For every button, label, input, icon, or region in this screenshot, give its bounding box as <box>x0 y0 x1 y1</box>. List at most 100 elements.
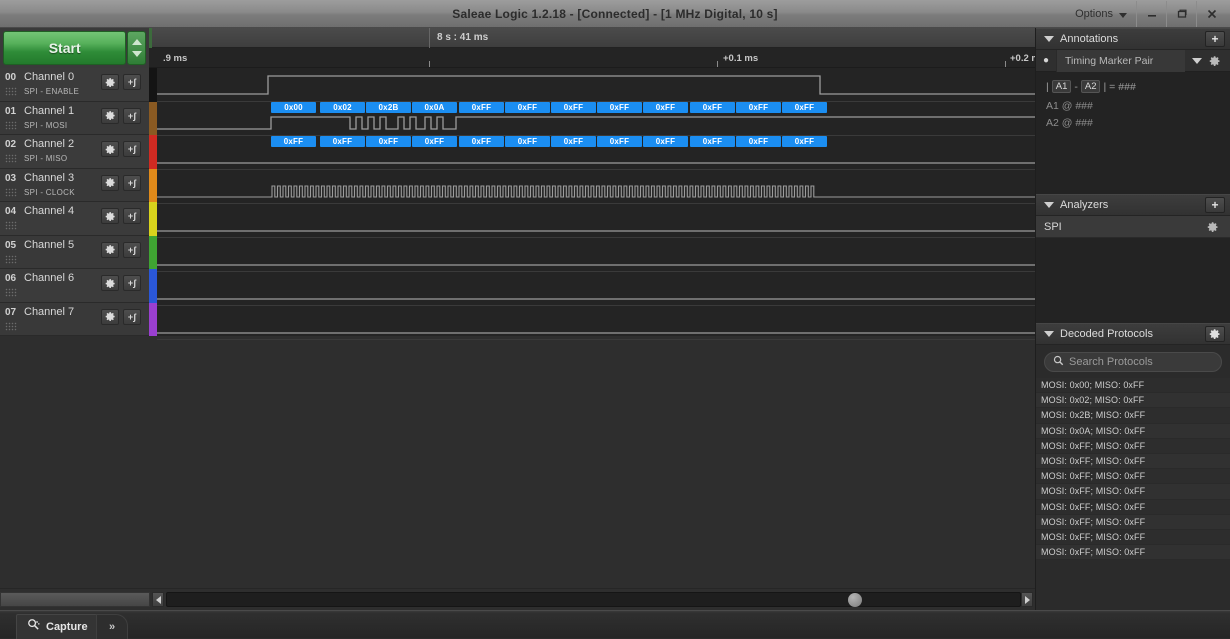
decoded-protocols-header[interactable]: Decoded Protocols <box>1036 323 1230 345</box>
start-options-stepper[interactable] <box>127 31 146 65</box>
protocol-row[interactable]: MOSI: 0xFF; MISO: 0xFF <box>1036 484 1230 500</box>
channel-settings-gear-icon[interactable] <box>101 174 119 191</box>
protocol-bubble[interactable]: 0xFF <box>597 136 642 147</box>
drag-handle-icon[interactable] <box>5 221 17 230</box>
protocol-bubble[interactable]: 0x00 <box>271 102 316 113</box>
channel-settings-gear-icon[interactable] <box>101 241 119 258</box>
search-protocols-input[interactable]: Search Protocols <box>1044 352 1222 372</box>
protocol-row[interactable]: MOSI: 0x00; MISO: 0xFF <box>1036 378 1230 394</box>
decoded-protocols-settings-button[interactable] <box>1205 326 1225 342</box>
protocol-bubble[interactable]: 0xFF <box>551 102 596 113</box>
drag-handle-icon[interactable] <box>5 154 17 163</box>
protocol-row[interactable]: MOSI: 0xFF; MISO: 0xFF <box>1036 530 1230 546</box>
scroll-right-button[interactable] <box>1021 592 1033 607</box>
protocol-row[interactable]: MOSI: 0x2B; MISO: 0xFF <box>1036 408 1230 424</box>
waveform-display[interactable]: 0x00 0x02 0x2B 0x0A 0xFF 0xFF 0xFF 0xFF 0xFF 0xFF… <box>157 68 1035 620</box>
tab-capture[interactable]: Capture <box>16 614 105 639</box>
channel-row-2[interactable]: 02 Channel 2 SPI - MISO +ʃ <box>0 135 149 169</box>
protocol-row[interactable]: MOSI: 0xFF; MISO: 0xFF <box>1036 545 1230 561</box>
channel-row-6[interactable]: 06 Channel 6 +ʃ <box>0 269 149 303</box>
analyzers-header[interactable]: Analyzers + <box>1036 194 1230 216</box>
protocol-bubble[interactable]: 0xFF <box>320 136 365 147</box>
channel-row-4[interactable]: 04 Channel 4 +ʃ <box>0 202 149 236</box>
add-analyzer-button[interactable]: + <box>1205 197 1225 213</box>
options-button[interactable]: Options <box>1066 1 1136 27</box>
scroll-left-button[interactable] <box>152 592 164 607</box>
protocol-bubble[interactable]: 0xFF <box>271 136 316 147</box>
channel-settings-gear-icon[interactable] <box>101 208 119 224</box>
waveform-row-channel-0[interactable] <box>157 68 1035 102</box>
protocol-row[interactable]: MOSI: 0xFF; MISO: 0xFF <box>1036 439 1230 454</box>
protocol-bubble[interactable]: 0x02 <box>320 102 365 113</box>
annotations-header[interactable]: Annotations + <box>1036 28 1230 50</box>
protocol-bubble[interactable]: 0xFF <box>643 136 688 147</box>
waveform-row-channel-3[interactable] <box>157 170 1035 204</box>
waveform-row-channel-7[interactable] <box>157 306 1035 340</box>
protocol-bubble[interactable]: 0xFF <box>412 136 457 147</box>
drag-handle-icon[interactable] <box>5 187 17 197</box>
channel-row-0[interactable]: 00 Channel 0 SPI - ENABLE +ʃ <box>0 68 149 102</box>
waveform-row-channel-5[interactable] <box>157 238 1035 272</box>
minimize-button[interactable] <box>1136 1 1166 27</box>
marker-settings-gear-icon[interactable] <box>1209 55 1230 67</box>
protocol-bubble[interactable]: 0xFF <box>643 102 688 113</box>
protocol-bubble[interactable]: 0xFF <box>459 136 504 147</box>
protocol-row[interactable]: MOSI: 0x0A; MISO: 0xFF <box>1036 423 1230 439</box>
protocol-bubble[interactable]: 0xFF <box>459 102 504 113</box>
protocol-row[interactable]: MOSI: 0xFF; MISO: 0xFF <box>1036 500 1230 515</box>
chevron-down-icon[interactable] <box>1192 57 1202 64</box>
restore-button[interactable] <box>1166 1 1196 27</box>
waveform-row-channel-2[interactable]: 0xFF 0xFF 0xFF 0xFF 0xFF 0xFF 0xFF 0xFF 0xFF 0xFF… <box>157 136 1035 170</box>
channel-trigger-icon[interactable]: +ʃ <box>123 107 141 124</box>
chevron-down-icon[interactable] <box>1044 331 1054 337</box>
timeline-ruler[interactable]: 8 s : 41 ms .9 ms +0.1 ms +0.2 m <box>149 28 1040 84</box>
protocol-bubble[interactable]: 0xFF <box>736 102 781 113</box>
protocol-row[interactable]: MOSI: 0x02; MISO: 0xFF <box>1036 393 1230 409</box>
channel-settings-gear-icon[interactable] <box>101 275 119 291</box>
protocol-bubble[interactable]: 0xFF <box>505 136 550 147</box>
channel-settings-gear-icon[interactable] <box>101 74 119 90</box>
channel-trigger-icon[interactable]: +ʃ <box>123 74 141 90</box>
channel-trigger-icon[interactable]: +ʃ <box>123 174 141 191</box>
protocol-bubble[interactable]: 0xFF <box>782 102 827 113</box>
analyzer-settings-gear-icon[interactable] <box>1207 221 1230 233</box>
protocol-row[interactable]: MOSI: 0xFF; MISO: 0xFF <box>1036 469 1230 485</box>
channel-trigger-icon[interactable]: +ʃ <box>123 275 141 291</box>
channel-trigger-icon[interactable]: +ʃ <box>123 141 141 157</box>
marker-type-selector[interactable]: ●︎ Timing Marker Pair <box>1036 49 1230 72</box>
protocol-bubble[interactable]: 0xFF <box>690 102 735 113</box>
drag-handle-icon[interactable] <box>5 254 17 264</box>
ruler-upper[interactable]: 8 s : 41 ms <box>149 28 1035 48</box>
channel-trigger-icon[interactable]: +ʃ <box>123 208 141 224</box>
protocol-row[interactable]: MOSI: 0xFF; MISO: 0xFF <box>1036 453 1230 470</box>
protocol-bubble[interactable]: 0xFF <box>551 136 596 147</box>
waveform-row-channel-1[interactable]: 0x00 0x02 0x2B 0x0A 0xFF 0xFF 0xFF 0xFF 0xFF 0xFF… <box>157 102 1035 136</box>
protocol-bubble[interactable]: 0xFF <box>782 136 827 147</box>
channel-settings-gear-icon[interactable] <box>101 141 119 157</box>
tab-overflow-button[interactable]: » <box>96 614 128 639</box>
marker-type-value[interactable]: Timing Marker Pair <box>1056 49 1185 72</box>
drag-handle-icon[interactable] <box>5 321 17 331</box>
decoded-protocol-list[interactable]: MOSI: 0x00; MISO: 0xFF MOSI: 0x02; MISO: … <box>1036 378 1230 561</box>
protocol-bubble[interactable]: 0x2B <box>366 102 411 113</box>
chevron-down-icon[interactable] <box>1044 202 1054 208</box>
protocol-row[interactable]: MOSI: 0xFF; MISO: 0xFF <box>1036 514 1230 530</box>
channel-row-3[interactable]: 03 Channel 3 SPI - CLOCK +ʃ <box>0 168 149 202</box>
waveform-row-channel-4[interactable] <box>157 204 1035 238</box>
channel-trigger-icon[interactable]: +ʃ <box>123 241 141 258</box>
protocol-bubble[interactable]: 0xFF <box>505 102 550 113</box>
scrollbar-thumb[interactable] <box>848 593 862 607</box>
channel-settings-gear-icon[interactable] <box>101 107 119 124</box>
ruler-lower[interactable]: .9 ms +0.1 ms +0.2 m <box>149 48 1040 84</box>
channel-row-5[interactable]: 05 Channel 5 +ʃ <box>0 235 149 269</box>
protocol-bubble[interactable]: 0xFF <box>690 136 735 147</box>
scrollbar-track[interactable] <box>166 592 1021 607</box>
drag-handle-icon[interactable] <box>5 288 17 297</box>
waveform-row-channel-6[interactable] <box>157 272 1035 306</box>
horizontal-scrollbar[interactable] <box>0 588 1035 610</box>
add-annotation-button[interactable]: + <box>1205 31 1225 47</box>
channel-row-7[interactable]: 07 Channel 7 +ʃ <box>0 302 149 336</box>
drag-handle-icon[interactable] <box>5 87 17 96</box>
protocol-bubble[interactable]: 0x0A <box>412 102 457 113</box>
channel-row-1[interactable]: 01 Channel 1 SPI - MOSI +ʃ <box>0 101 149 135</box>
